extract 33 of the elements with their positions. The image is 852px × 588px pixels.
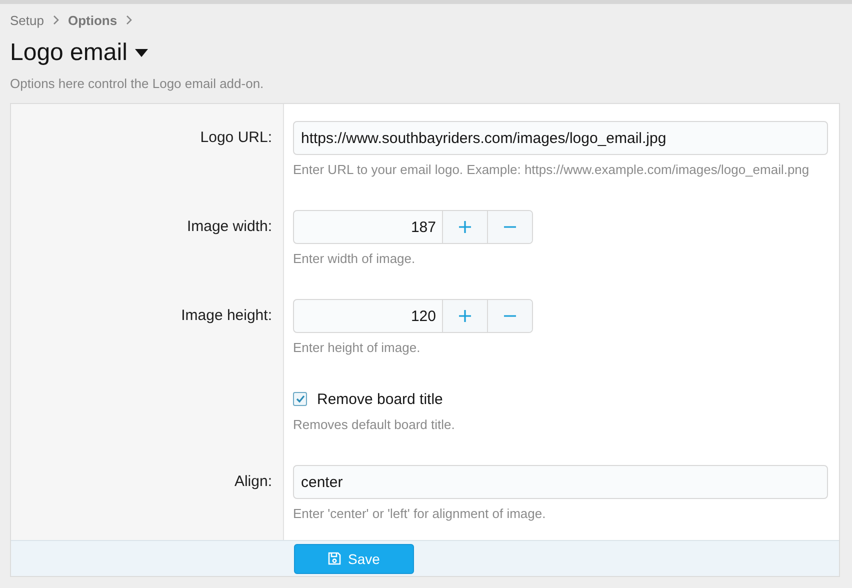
field-hint: Enter height of image. [293, 339, 422, 356]
plus-icon [459, 310, 471, 322]
minus-icon [504, 315, 516, 317]
field-hint: Enter URL to your email logo. Example: https://www.example.com/images/logo_email.png [293, 161, 810, 178]
breadcrumb-link[interactable]: Options [68, 12, 118, 28]
plus-icon [459, 221, 471, 233]
decrement-button[interactable] [487, 300, 532, 332]
text-input[interactable]: https://www.southbayriders.com/images/logo_email.jpg [293, 121, 828, 155]
field-hint: Removes default board title. [293, 416, 456, 433]
minus-icon [504, 226, 516, 228]
chevron-right-icon [125, 15, 134, 25]
increment-button[interactable] [442, 300, 487, 332]
field-label: Align: [234, 473, 272, 491]
number-value: 187 [410, 218, 437, 238]
number-value: 120 [410, 306, 437, 326]
field-hint: Enter width of image. [293, 250, 416, 267]
breadcrumb-link[interactable]: Setup [10, 12, 44, 28]
dropdown-caret-icon[interactable] [135, 49, 148, 57]
increment-button[interactable] [442, 211, 487, 243]
text-input[interactable]: center [293, 465, 828, 499]
chevron-right-icon [52, 15, 60, 25]
checkmark-icon [296, 395, 304, 403]
field-label: Image width: [186, 218, 272, 236]
number-input[interactable]: 187 [293, 210, 533, 244]
page-description: Options here control the Logo email add-on. [10, 76, 265, 93]
field-hint: Enter 'center' or 'left' for alignment of image. [293, 505, 547, 522]
checkbox[interactable] [293, 392, 307, 406]
number-input[interactable]: 120 [293, 299, 533, 333]
page-title: Logo email [10, 39, 128, 67]
field-label: Image height: [181, 307, 272, 325]
checkbox-label[interactable]: Remove board title [317, 390, 443, 408]
decrement-button[interactable] [487, 211, 532, 243]
field-label: Logo URL: [200, 129, 272, 147]
